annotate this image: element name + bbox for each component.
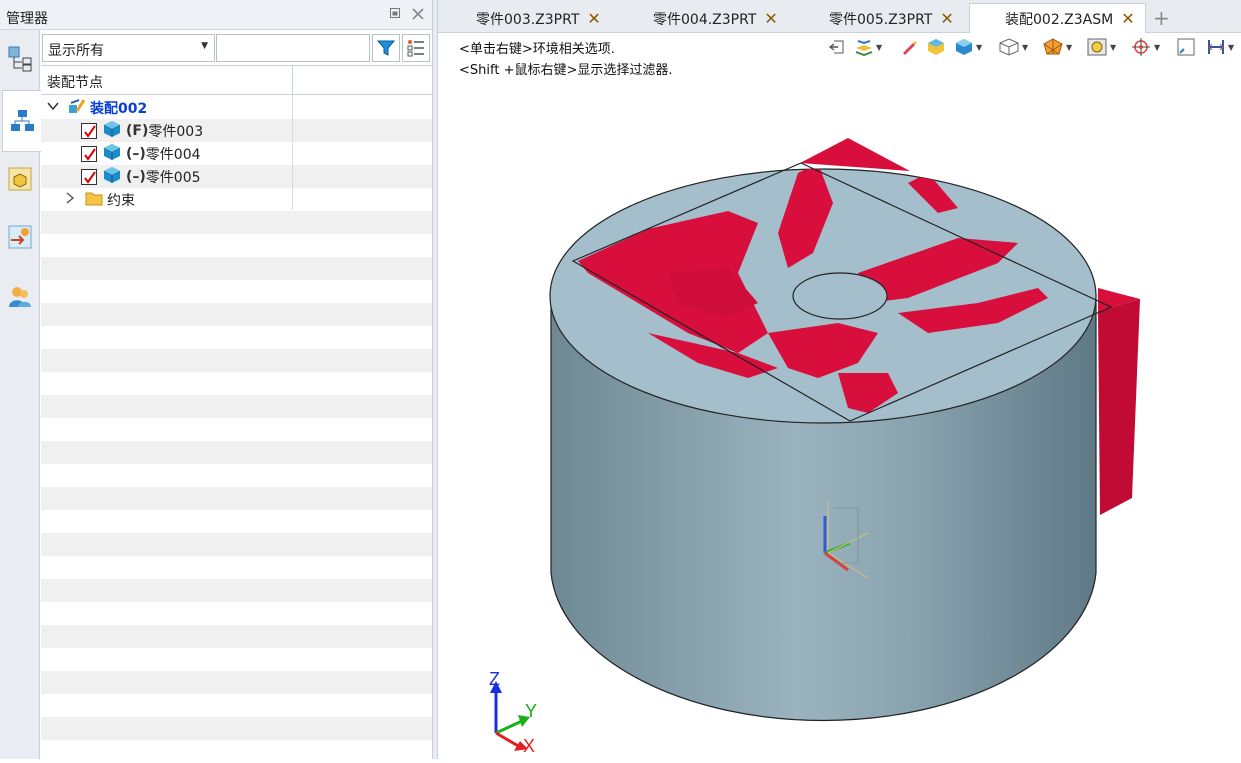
tree-row-background <box>41 648 432 671</box>
red-block-side-right <box>1098 299 1140 515</box>
tab-label: 零件005.Z3PRT <box>829 11 933 28</box>
tree-row-background <box>41 717 432 740</box>
tree-row-background <box>41 510 432 533</box>
tree-row-background <box>41 303 432 326</box>
list-settings-icon[interactable] <box>402 34 430 62</box>
manager-icon-rail <box>0 30 41 759</box>
filter-toolbar: 显示所有 ▼ <box>41 30 432 64</box>
column-header-assembly-node: 装配节点 <box>47 75 103 91</box>
tree-row-background <box>41 395 432 418</box>
part-cube-icon <box>103 166 121 188</box>
tree-row-background <box>41 234 432 257</box>
tree-row-background <box>41 372 432 395</box>
assembly-tree: 装配节点 装配002 (F) 零件003 (–) 零件004 (–) 零件005… <box>41 65 432 759</box>
funnel-icon[interactable] <box>372 34 400 62</box>
tree-row-background <box>41 556 432 579</box>
tree-row-background <box>41 326 432 349</box>
tree-node-part[interactable]: (–) 零件004 <box>41 142 292 165</box>
tab-label: 零件004.Z3PRT <box>653 11 757 28</box>
panel-close-icon[interactable] <box>411 7 425 24</box>
tree-row-background <box>41 579 432 602</box>
axis-label-z: Z <box>489 669 500 689</box>
chevron-down-icon: ▼ <box>201 41 208 51</box>
user-manager-icon[interactable] <box>3 278 37 316</box>
axis-label-x: X <box>523 736 536 756</box>
tree-node-part[interactable]: (–) 零件005 <box>41 165 292 188</box>
tree-node-part[interactable]: (F) 零件003 <box>41 119 292 142</box>
close-icon[interactable]: ✕ <box>1121 9 1134 28</box>
history-manager-icon[interactable] <box>3 40 37 78</box>
tab-part005[interactable]: 零件005.Z3PRT ✕ <box>829 4 954 33</box>
assembly-icon <box>67 97 87 119</box>
column-divider-line <box>292 95 293 210</box>
expand-right-icon[interactable] <box>65 191 75 208</box>
manager-title: 管理器 <box>6 11 48 27</box>
constraints-label: 约束 <box>107 192 135 209</box>
tree-row-background <box>41 694 432 717</box>
close-icon[interactable]: ✕ <box>764 9 777 28</box>
tab-part004[interactable]: 零件004.Z3PRT ✕ <box>653 4 778 33</box>
part-prefix: (–) <box>126 145 146 162</box>
tree-row-background <box>41 740 432 763</box>
tree-row-background <box>41 211 432 234</box>
tree-row-background <box>41 533 432 556</box>
tree-row-background <box>41 464 432 487</box>
part-cube-icon <box>103 143 121 165</box>
part-cube-icon <box>103 120 121 142</box>
tree-row-background <box>41 671 432 694</box>
tree-row-background <box>41 349 432 372</box>
assembly-manager-icon[interactable] <box>2 90 41 152</box>
column-divider[interactable] <box>292 66 293 95</box>
tab-assembly002[interactable]: 装配002.Z3ASM ✕ <box>969 3 1146 34</box>
tree-node-root[interactable]: 装配002 <box>41 96 292 119</box>
center-hole <box>792 272 888 320</box>
expand-down-icon[interactable] <box>47 100 59 116</box>
tree-row-background <box>41 280 432 303</box>
checkbox-icon[interactable] <box>81 145 97 162</box>
tree-row-background <box>41 625 432 648</box>
panel-restore-icon[interactable] <box>389 7 401 22</box>
3d-viewport[interactable]: <单击右键>环境相关选项. <Shift +鼠标右键>显示选择过滤器. ▼ ▼ … <box>438 33 1241 759</box>
display-filter-value: 显示所有 <box>48 43 104 59</box>
folder-icon <box>85 190 103 210</box>
part-prefix: (–) <box>126 168 146 185</box>
part-prefix: (F) <box>126 122 149 139</box>
checkbox-icon[interactable] <box>81 168 97 185</box>
tab-label: 零件003.Z3PRT <box>476 11 580 28</box>
axis-label-y: Y <box>525 701 538 721</box>
part-name: 零件003 <box>148 123 204 140</box>
checkbox-icon[interactable] <box>81 122 97 139</box>
part-exchange-icon[interactable] <box>3 218 37 256</box>
part-name: 零件005 <box>145 169 201 186</box>
add-tab-icon[interactable]: + <box>1153 6 1170 30</box>
manager-title-bar: 管理器 <box>0 0 432 30</box>
part-name: 零件004 <box>145 146 201 163</box>
display-filter-select[interactable]: 显示所有 ▼ <box>42 34 215 62</box>
tab-part003[interactable]: 零件003.Z3PRT ✕ <box>476 4 601 33</box>
tree-row-background <box>41 418 432 441</box>
close-icon[interactable]: ✕ <box>587 9 600 28</box>
tab-label: 装配002.Z3ASM <box>1005 11 1114 28</box>
search-input[interactable] <box>216 34 370 62</box>
tree-row-background <box>41 602 432 625</box>
tree-row-background <box>41 487 432 510</box>
tree-header: 装配节点 <box>41 66 432 95</box>
root-assembly-label: 装配002 <box>90 100 148 117</box>
red-block-top-peek <box>800 138 910 171</box>
document-tab-bar: 零件003.Z3PRT ✕ 零件004.Z3PRT ✕ 零件005.Z3PRT … <box>438 0 1241 34</box>
close-icon[interactable]: ✕ <box>940 9 953 28</box>
tree-row-background <box>41 257 432 280</box>
tree-row-background <box>41 441 432 464</box>
assembly-model-3d <box>549 138 1140 722</box>
tree-node-constraints[interactable]: 约束 <box>41 188 292 211</box>
view-manager-icon[interactable] <box>3 160 37 198</box>
